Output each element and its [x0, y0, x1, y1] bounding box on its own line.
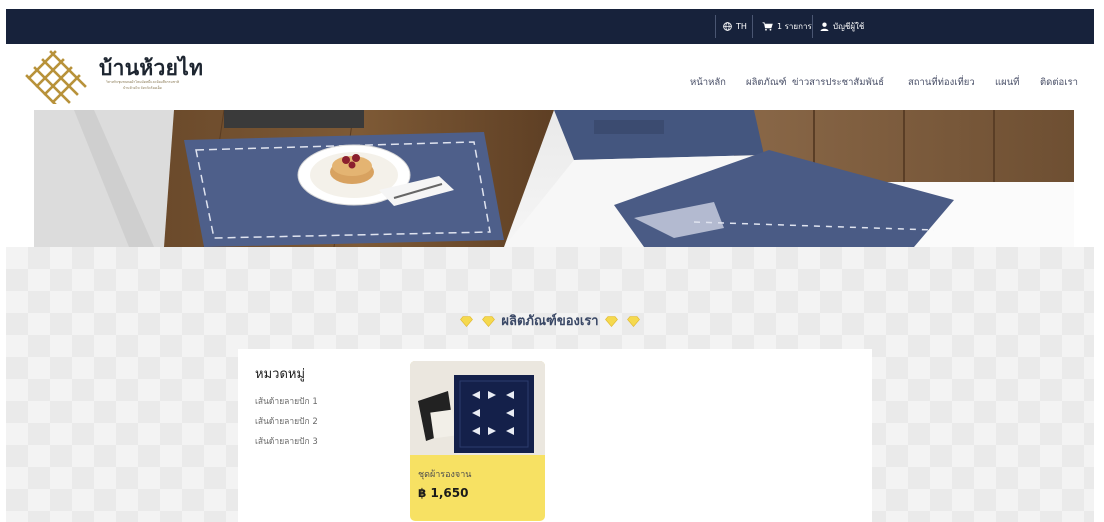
divider	[715, 15, 716, 38]
product-card[interactable]: ชุดผ้ารองจาน ฿ 1,650	[410, 361, 545, 521]
globe-icon	[723, 22, 732, 31]
nav-contact[interactable]: ติดต่อเรา	[1040, 75, 1078, 90]
cart-link[interactable]: 1 รายการ	[762, 9, 812, 44]
divider	[812, 15, 813, 38]
category-heading: หมวดหมู่	[255, 367, 306, 382]
product-name[interactable]: ชุดผ้ารองจาน	[418, 467, 471, 481]
logo-icon[interactable]	[25, 48, 90, 104]
hero-banner	[34, 110, 1074, 247]
language-switcher[interactable]: TH	[723, 9, 747, 44]
site-subtitle: วิสาหกิจชุมชนทอผ้าไหมมัดหมี่และย้อมสีธรร…	[90, 79, 195, 91]
section-title: ผลิตภัณฑ์ของเรา	[501, 314, 599, 329]
cart-icon	[762, 22, 773, 31]
account-link[interactable]: บัญชีผู้ใช้	[820, 9, 864, 44]
language-label: TH	[736, 22, 747, 31]
diamond-icon	[605, 316, 619, 327]
section-heading: ผลิตภัณฑ์ของเรา	[6, 310, 1094, 331]
category-item[interactable]: เส้นด้ายลายปัก 2	[255, 414, 318, 428]
nav-map[interactable]: แผนที่	[995, 75, 1019, 90]
product-image	[410, 361, 545, 455]
diamond-icon	[626, 316, 640, 327]
category-item[interactable]: เส้นด้ายลายปัก 3	[255, 434, 318, 448]
diamond-icon	[460, 316, 474, 327]
page: TH 1 รายการ บัญชีผู้ใช้ บ้านห้วยไท วิสาห…	[6, 9, 1094, 522]
subtitle-line: บ้านห้วยไท จังหวัดร้อยเอ็ด	[123, 86, 162, 90]
cart-count: 1 รายการ	[777, 22, 812, 31]
divider	[752, 15, 753, 38]
product-panel: หมวดหมู่ เส้นด้ายลายปัก 1 เส้นด้ายลายปัก…	[238, 349, 872, 522]
nav-news[interactable]: ข่าวสารประชาสัมพันธ์	[792, 75, 884, 90]
nav-products[interactable]: ผลิตภัณฑ์	[746, 75, 787, 90]
diamond-icon	[481, 316, 495, 327]
account-label: บัญชีผู้ใช้	[833, 22, 865, 31]
user-icon	[820, 22, 829, 31]
top-bar: TH 1 รายการ บัญชีผู้ใช้	[6, 9, 1094, 44]
category-item[interactable]: เส้นด้ายลายปัก 1	[255, 394, 318, 408]
nav-attractions[interactable]: สถานที่ท่องเที่ยว	[908, 75, 975, 90]
banner-image	[34, 110, 1074, 247]
product-price: ฿ 1,650	[418, 486, 469, 500]
products-section: ผลิตภัณฑ์ของเรา หมวดหมู่ เส้นด้ายลายปัก …	[6, 247, 1094, 522]
site-header: บ้านห้วยไท วิสาหกิจชุมชนทอผ้าไหมมัดหมี่แ…	[6, 44, 1094, 110]
nav-home[interactable]: หน้าหลัก	[690, 75, 726, 90]
